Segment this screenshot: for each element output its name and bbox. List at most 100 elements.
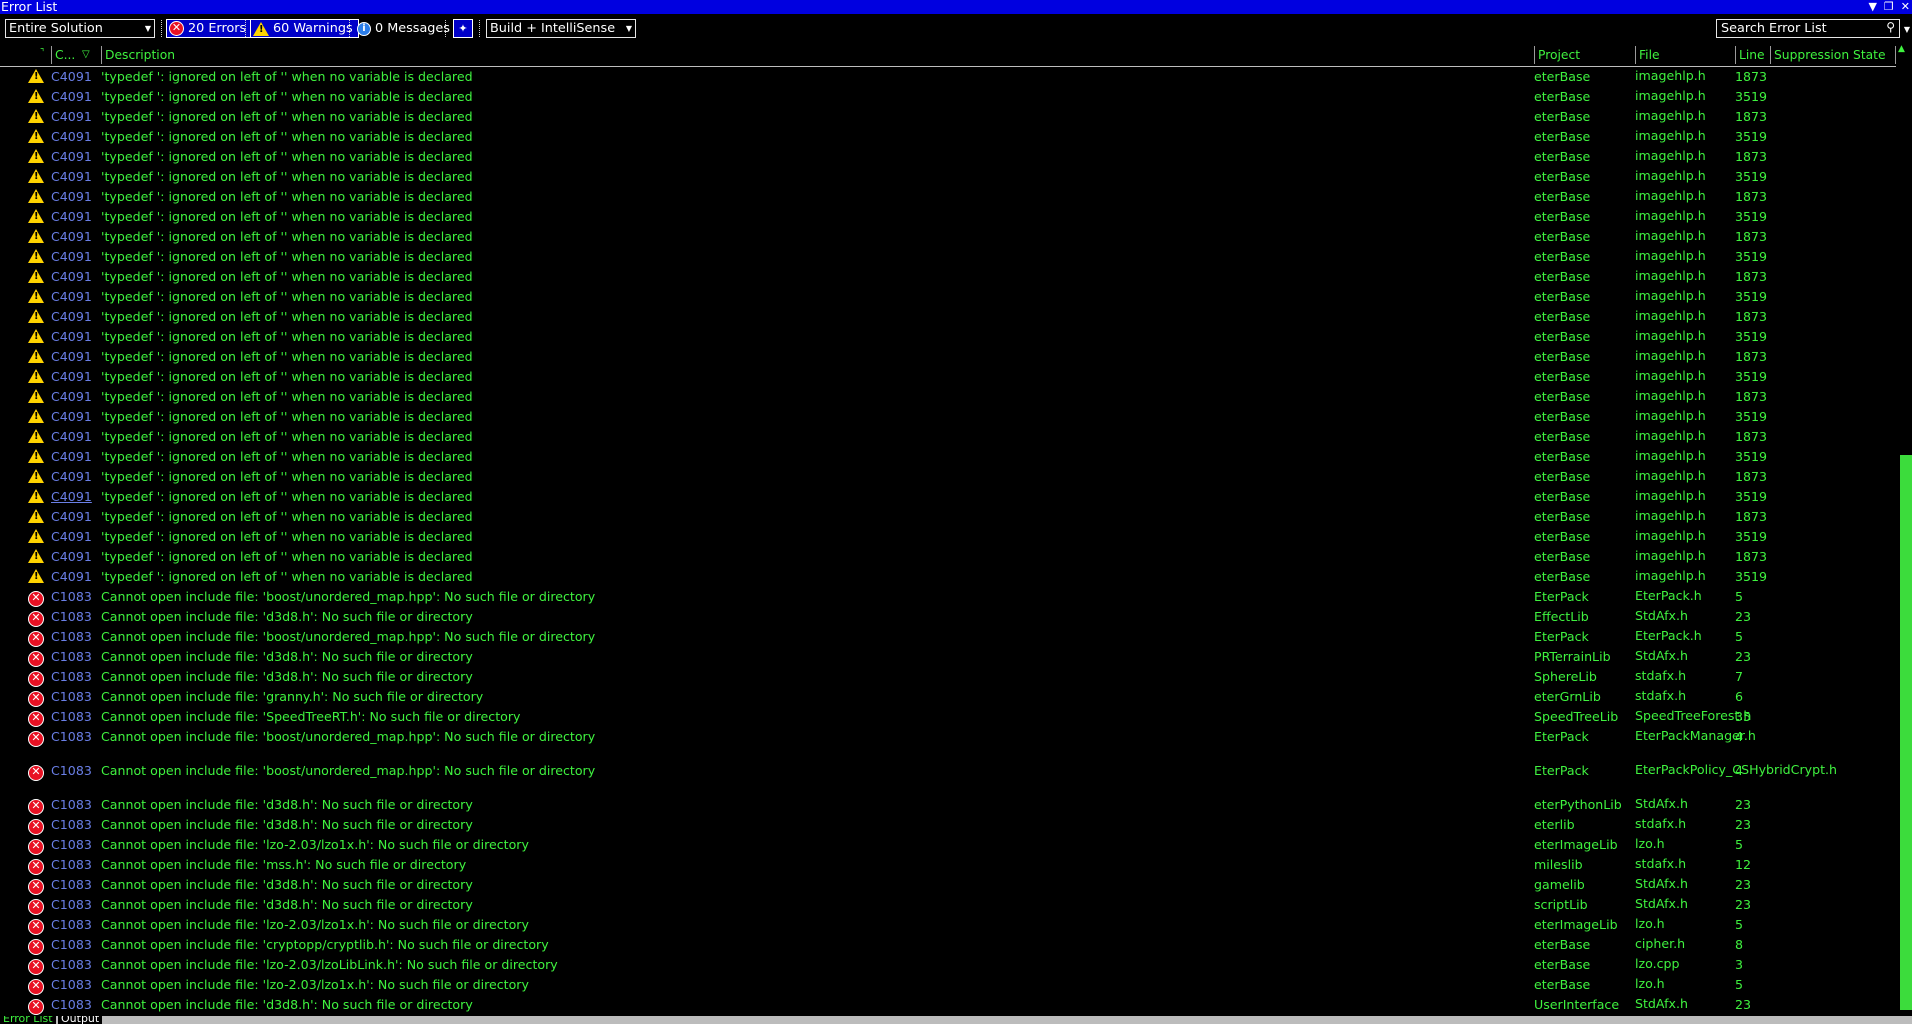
table-row[interactable]: C4091 'typedef ': ignored on left of '' w… [0, 127, 1896, 147]
code-cell[interactable]: C4091 [51, 89, 92, 105]
code-cell[interactable]: C4091 [51, 409, 92, 425]
table-row[interactable]: C4091 'typedef ': ignored on left of '' w… [0, 447, 1896, 467]
table-row[interactable]: C4091 'typedef ': ignored on left of '' w… [0, 267, 1896, 287]
table-row[interactable]: ✕ C1083 Cannot open include file: 'boost/u… [0, 727, 1896, 761]
code-cell[interactable]: C4091 [51, 389, 92, 405]
table-row[interactable]: ✕ C1083 Cannot open include file: 'lzo-2.0… [0, 835, 1896, 855]
table-row[interactable]: C4091 'typedef ': ignored on left of '' w… [0, 567, 1896, 587]
code-cell[interactable]: C4091 [51, 189, 92, 205]
code-cell[interactable]: C4091 [51, 209, 92, 225]
table-row[interactable]: ✕ C1083 Cannot open include file: 'boost/u… [0, 587, 1896, 607]
code-cell[interactable]: C4091 [51, 229, 92, 245]
scope-dropdown[interactable]: Entire Solution ▼ [5, 19, 155, 38]
table-row[interactable]: C4091 'typedef ': ignored on left of '' w… [0, 487, 1896, 507]
table-row[interactable]: C4091 'typedef ': ignored on left of '' w… [0, 167, 1896, 187]
table-row[interactable]: C4091 'typedef ': ignored on left of '' w… [0, 467, 1896, 487]
column-divider[interactable] [1735, 46, 1736, 64]
chevron-down-icon[interactable]: ▼ [1904, 21, 1910, 38]
code-cell[interactable]: C4091 [51, 129, 92, 145]
table-row[interactable]: ✕ C1083 Cannot open include file: 'd3d8.h'… [0, 647, 1896, 667]
code-cell[interactable]: C1083 [51, 977, 92, 993]
table-row[interactable]: C4091 'typedef ': ignored on left of '' w… [0, 287, 1896, 307]
code-cell[interactable]: C1083 [51, 797, 92, 813]
table-row[interactable]: ✕ C1083 Cannot open include file: 'boost/u… [0, 627, 1896, 647]
table-row[interactable]: C4091 'typedef ': ignored on left of '' w… [0, 107, 1896, 127]
code-cell[interactable]: C4091 [51, 69, 92, 85]
table-row[interactable]: C4091 'typedef ': ignored on left of '' w… [0, 407, 1896, 427]
column-divider[interactable] [1534, 46, 1535, 64]
table-row[interactable]: C4091 'typedef ': ignored on left of '' w… [0, 387, 1896, 407]
code-cell[interactable]: C4091 [51, 549, 92, 565]
table-row[interactable]: C4091 'typedef ': ignored on left of '' w… [0, 347, 1896, 367]
clear-filter-button[interactable]: ✦ [453, 19, 473, 38]
code-cell[interactable]: C1083 [51, 957, 92, 973]
table-row[interactable]: C4091 'typedef ': ignored on left of '' w… [0, 67, 1896, 87]
code-cell[interactable]: C1083 [51, 689, 92, 705]
column-header-file[interactable]: File [1639, 47, 1660, 63]
table-row[interactable]: ✕ C1083 Cannot open include file: 'd3d8.h'… [0, 875, 1896, 895]
code-cell[interactable]: C4091 [51, 469, 92, 485]
code-cell[interactable]: C1083 [51, 589, 92, 605]
table-row[interactable]: ✕ C1083 Cannot open include file: 'd3d8.h'… [0, 815, 1896, 835]
code-cell[interactable]: C4091 [51, 329, 92, 345]
code-cell[interactable]: C4091 [51, 569, 92, 585]
column-divider[interactable] [101, 46, 102, 64]
table-row[interactable]: C4091 'typedef ': ignored on left of '' w… [0, 307, 1896, 327]
warnings-filter-button[interactable]: 60 Warnings [250, 19, 359, 38]
code-cell[interactable]: C1083 [51, 709, 92, 725]
sort-indicator-icon[interactable]: ⌝ [40, 45, 44, 61]
code-cell[interactable]: C4091 [51, 269, 92, 285]
table-row[interactable]: C4091 'typedef ': ignored on left of '' w… [0, 147, 1896, 167]
tab-output[interactable]: Output [58, 1016, 103, 1024]
column-header-code[interactable]: C... [55, 47, 75, 63]
code-cell[interactable]: C4091 [51, 369, 92, 385]
table-row[interactable]: C4091 'typedef ': ignored on left of '' w… [0, 547, 1896, 567]
column-header-description[interactable]: Description [105, 47, 175, 63]
code-cell[interactable]: C1083 [51, 817, 92, 833]
code-cell[interactable]: C4091 [51, 509, 92, 525]
code-cell[interactable]: C1083 [51, 609, 92, 625]
search-icon[interactable]: ⚲ [1886, 19, 1895, 36]
table-row[interactable]: ✕ C1083 Cannot open include file: 'SpeedTr… [0, 707, 1896, 727]
table-row[interactable]: ✕ C1083 Cannot open include file: 'd3d8.h'… [0, 607, 1896, 627]
code-cell[interactable]: C1083 [51, 917, 92, 933]
errors-filter-button[interactable]: ✕ 20 Errors [166, 19, 253, 38]
table-row[interactable]: C4091 'typedef ': ignored on left of '' w… [0, 207, 1896, 227]
code-cell[interactable]: C1083 [51, 763, 92, 779]
column-divider[interactable] [1635, 46, 1636, 64]
table-row[interactable]: ✕ C1083 Cannot open include file: 'cryptop… [0, 935, 1896, 955]
code-cell[interactable]: C1083 [51, 877, 92, 893]
table-row[interactable]: ✕ C1083 Cannot open include file: 'mss.h':… [0, 855, 1896, 875]
code-cell[interactable]: C1083 [51, 629, 92, 645]
table-row[interactable]: C4091 'typedef ': ignored on left of '' w… [0, 327, 1896, 347]
code-cell[interactable]: C4091 [51, 529, 92, 545]
column-header-suppression-state[interactable]: Suppression State [1774, 47, 1886, 63]
column-divider[interactable] [51, 46, 52, 64]
code-cell[interactable]: C4091 [51, 349, 92, 365]
table-row[interactable]: C4091 'typedef ': ignored on left of '' w… [0, 227, 1896, 247]
code-cell[interactable]: C1083 [51, 857, 92, 873]
table-row[interactable]: C4091 'typedef ': ignored on left of '' w… [0, 367, 1896, 387]
messages-filter-button[interactable]: i 0 Messages [354, 19, 453, 38]
table-row[interactable]: C4091 'typedef ': ignored on left of '' w… [0, 427, 1896, 447]
code-cell[interactable]: C4091 [51, 289, 92, 305]
code-cell[interactable]: C4091 [51, 429, 92, 445]
table-row[interactable]: ✕ C1083 Cannot open include file: 'd3d8.h'… [0, 667, 1896, 687]
tab-error-list[interactable]: Error List [0, 1016, 56, 1024]
table-row[interactable]: C4091 'typedef ': ignored on left of '' w… [0, 187, 1896, 207]
source-dropdown[interactable]: Build + IntelliSense ▼ [486, 19, 636, 38]
table-row[interactable]: ✕ C1083 Cannot open include file: 'd3d8.h'… [0, 895, 1896, 915]
table-row[interactable]: ✕ C1083 Cannot open include file: 'lzo-2.0… [0, 975, 1896, 995]
table-row[interactable]: C4091 'typedef ': ignored on left of '' w… [0, 247, 1896, 267]
table-row[interactable]: C4091 'typedef ': ignored on left of '' w… [0, 527, 1896, 547]
code-cell[interactable]: C4091 [51, 309, 92, 325]
table-row[interactable]: ✕ C1083 Cannot open include file: 'd3d8.h'… [0, 795, 1896, 815]
table-row[interactable]: ✕ C1083 Cannot open include file: 'granny.… [0, 687, 1896, 707]
code-cell[interactable]: C4091 [51, 249, 92, 265]
code-cell[interactable]: C1083 [51, 997, 92, 1013]
table-row[interactable]: ✕ C1083 Cannot open include file: 'lzo-2.0… [0, 915, 1896, 935]
code-cell[interactable]: C1083 [51, 897, 92, 913]
code-cell[interactable]: C1083 [51, 729, 92, 745]
code-cell[interactable]: C4091 [51, 489, 92, 505]
search-input[interactable]: Search Error List ⚲ ▼ [1716, 19, 1910, 38]
